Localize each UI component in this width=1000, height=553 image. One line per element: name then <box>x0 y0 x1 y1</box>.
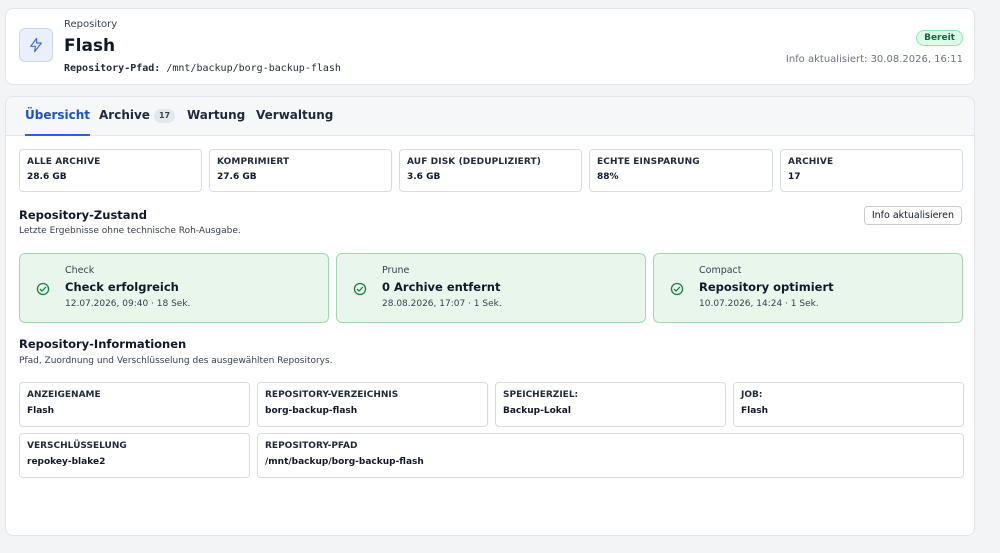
tab-archives[interactable]: Archive 17 <box>99 97 176 136</box>
status-badge: Bereit <box>916 30 963 46</box>
info-display-name: ANZEIGENAME Flash <box>19 382 250 427</box>
repository-info-title: Repository-Informationen <box>19 337 187 351</box>
state-result: Repository optimiert <box>699 280 834 294</box>
stat-all-archives: ALLE ARCHIVE 28.6 GB <box>19 149 202 192</box>
stat-label: ALLE ARCHIVE <box>27 157 101 167</box>
stat-savings: ECHTE EINSPARUNG 88% <box>589 149 773 192</box>
stat-value: 3.6 GB <box>407 172 441 182</box>
repository-state-subtitle: Letzte Ergebnisse ohne technische Roh-Au… <box>19 226 241 236</box>
info-label: SPEICHERZIEL: <box>503 390 579 400</box>
repository-state-title: Repository-Zustand <box>19 208 147 222</box>
state-card-compact: Compact Repository optimiert 10.07.2026,… <box>653 253 963 323</box>
stat-value: 17 <box>788 172 801 182</box>
stat-archive-count: ARCHIVE 17 <box>780 149 963 192</box>
repository-path-value: /mnt/backup/borg-backup-flash <box>166 63 341 74</box>
info-value: /mnt/backup/borg-backup-flash <box>265 457 424 467</box>
info-label: ANZEIGENAME <box>27 390 101 400</box>
check-circle-icon <box>36 281 50 300</box>
tab-administration-label: Verwaltung <box>256 108 334 122</box>
tab-maintenance[interactable]: Wartung <box>187 97 245 136</box>
info-repository-directory: REPOSITORY-VERZEICHNIS borg-backup-flash <box>257 382 488 427</box>
info-updated-timestamp: Info aktualisiert: 30.08.2026, 16:11 <box>785 54 963 65</box>
info-job: JOB: Flash <box>733 382 964 427</box>
info-repository-path: REPOSITORY-PFAD /mnt/backup/borg-backup-… <box>257 433 964 478</box>
info-label: VERSCHLÜSSELUNG <box>27 441 127 451</box>
refresh-info-button[interactable]: Info aktualisieren <box>863 206 962 225</box>
repository-kicker: Repository <box>64 19 118 30</box>
state-kind: Compact <box>699 265 742 276</box>
state-kind: Check <box>65 265 95 276</box>
repository-header: Repository Flash Repository-Pfad: /mnt/b… <box>5 8 975 85</box>
tab-administration[interactable]: Verwaltung <box>256 97 333 136</box>
state-result: 0 Archive entfernt <box>382 280 501 294</box>
repository-info-subtitle: Pfad, Zuordnung und Verschlüsselung des … <box>19 356 333 366</box>
state-kind: Prune <box>382 265 410 276</box>
check-circle-icon <box>670 281 684 300</box>
info-value: borg-backup-flash <box>265 406 358 416</box>
info-label: JOB: <box>741 390 763 400</box>
stat-label: AUF DISK (DEDUPLIZIERT) <box>407 157 541 167</box>
repository-path: Repository-Pfad: /mnt/backup/borg-backup… <box>64 63 341 74</box>
repository-path-label: Repository-Pfad: <box>64 63 161 74</box>
info-value: repokey-blake2 <box>27 457 106 467</box>
info-label: REPOSITORY-PFAD <box>265 441 358 451</box>
info-label: REPOSITORY-VERZEICHNIS <box>265 390 399 400</box>
state-time: 28.08.2026, 17:07 · 1 Sek. <box>382 299 502 309</box>
bolt-icon <box>19 28 53 62</box>
page-title: Flash <box>64 36 116 56</box>
repository-detail-panel: Übersicht Archive 17 Wartung Verwaltung A… <box>5 96 975 536</box>
stat-value: 27.6 GB <box>217 172 257 182</box>
tab-overview[interactable]: Übersicht <box>25 97 91 136</box>
info-value: Flash <box>27 406 55 416</box>
state-result: Check erfolgreich <box>65 280 179 294</box>
info-value: Flash <box>741 406 769 416</box>
stat-label: ECHTE EINSPARUNG <box>597 157 700 167</box>
tab-maintenance-label: Wartung <box>187 108 246 122</box>
stat-value: 28.6 GB <box>27 172 67 182</box>
check-circle-icon <box>353 281 367 300</box>
archive-count-badge: 17 <box>153 109 176 123</box>
tab-overview-label: Übersicht <box>25 108 91 122</box>
state-card-check: Check Check erfolgreich 12.07.2026, 09:4… <box>19 253 329 323</box>
stat-label: ARCHIVE <box>788 157 834 167</box>
info-value: Backup-Lokal <box>503 406 571 416</box>
info-encryption: VERSCHLÜSSELUNG repokey-blake2 <box>19 433 250 478</box>
state-time: 12.07.2026, 09:40 · 18 Sek. <box>65 299 191 309</box>
state-card-prune: Prune 0 Archive entfernt 28.08.2026, 17:… <box>336 253 646 323</box>
info-storage-target: SPEICHERZIEL: Backup-Lokal <box>495 382 726 427</box>
stat-deduplicated: AUF DISK (DEDUPLIZIERT) 3.6 GB <box>399 149 582 192</box>
state-time: 10.07.2026, 14:24 · 1 Sek. <box>699 299 819 309</box>
stat-value: 88% <box>597 172 619 182</box>
stat-compressed: KOMPRIMIERT 27.6 GB <box>209 149 392 192</box>
tab-bar: Übersicht Archive 17 Wartung Verwaltung <box>6 97 974 136</box>
stat-label: KOMPRIMIERT <box>217 157 290 167</box>
tab-archives-label: Archive <box>99 108 150 122</box>
